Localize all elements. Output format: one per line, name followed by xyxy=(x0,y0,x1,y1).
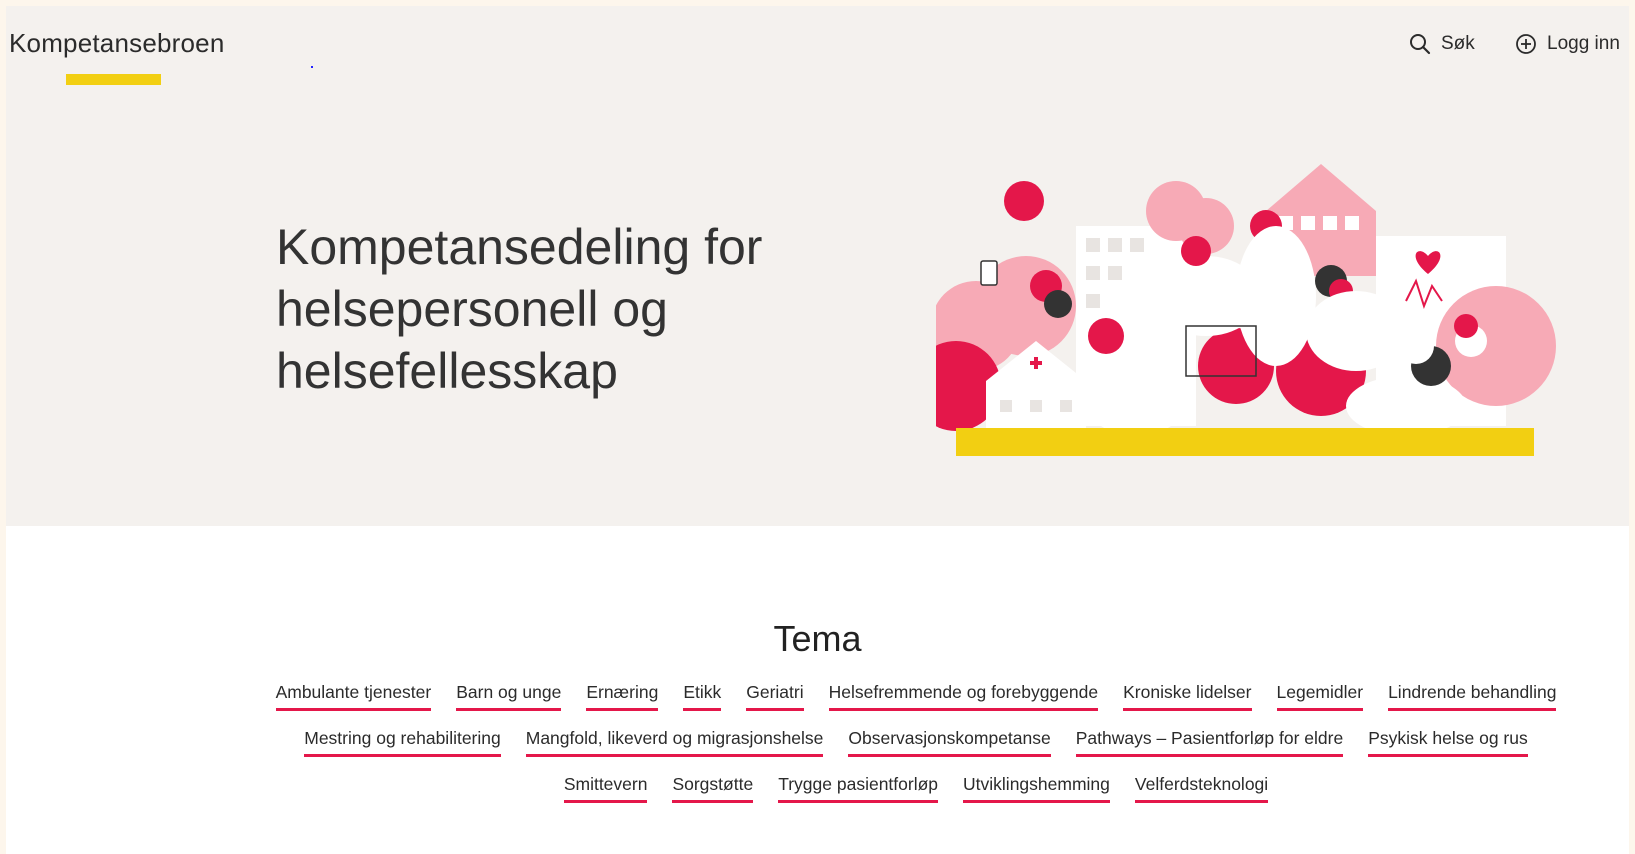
tema-tag-link[interactable]: Ernæring xyxy=(586,682,659,711)
tema-tag-link[interactable]: Lindrende behandling xyxy=(1388,682,1557,711)
tema-heading: Tema xyxy=(773,618,862,659)
search-icon xyxy=(1409,33,1431,55)
login-button[interactable]: Logg inn xyxy=(1515,30,1620,58)
search-button[interactable]: Søk xyxy=(1409,30,1475,58)
tema-tag-link[interactable]: Geriatri xyxy=(746,682,804,711)
logo-accent-bar xyxy=(66,74,161,85)
tema-tag-link[interactable]: Mangfold, likeverd og migrasjonshelse xyxy=(525,728,824,757)
tema-tag-link[interactable]: Trygge pasientforløp xyxy=(778,774,939,803)
tema-tag-list: Ambulante tjenester Barn og unge Ernæring E… xyxy=(266,682,1566,803)
community-illustration xyxy=(936,164,1556,456)
tema-tag-link[interactable]: Pathways – Pasientforløp for eldre xyxy=(1075,728,1344,757)
tema-tag-link[interactable]: Mestring og rehabilitering xyxy=(304,728,501,757)
plus-circle-icon xyxy=(1515,33,1537,55)
stray-dot xyxy=(311,66,313,68)
tema-tag-link[interactable]: Etikk xyxy=(683,682,722,711)
tema-tag-link[interactable]: Legemidler xyxy=(1276,682,1364,711)
tema-tag-link[interactable]: Kroniske lidelser xyxy=(1123,682,1252,711)
hero-title: Kompetansedeling for helsepersonell og h… xyxy=(276,219,763,399)
tema-tag-link[interactable]: Sorgstøtte xyxy=(672,774,754,803)
tema-tag-link[interactable]: Barn og unge xyxy=(456,682,562,711)
tema-tag-link[interactable]: Psykisk helse og rus xyxy=(1368,728,1528,757)
site-logo[interactable]: Kompetansebroen xyxy=(9,28,224,59)
tema-tag-link[interactable]: Utviklingshemming xyxy=(963,774,1110,803)
page: Kompetansebroen Søk Logg inn Kompetansed… xyxy=(6,6,1629,854)
tema-tag-link[interactable]: Ambulante tjenester xyxy=(275,682,432,711)
tema-tag-link[interactable]: Smittevern xyxy=(563,774,648,803)
login-label: Logg inn xyxy=(1547,33,1620,54)
tema-tag-link[interactable]: Observasjonskompetanse xyxy=(848,728,1051,757)
search-label: Søk xyxy=(1441,33,1475,54)
hero-section: Kompetansebroen Søk Logg inn Kompetansed… xyxy=(6,6,1629,526)
tema-tag-link[interactable]: Velferdsteknologi xyxy=(1134,774,1269,803)
tema-tag-link[interactable]: Helsefremmende og forebyggende xyxy=(828,682,1099,711)
